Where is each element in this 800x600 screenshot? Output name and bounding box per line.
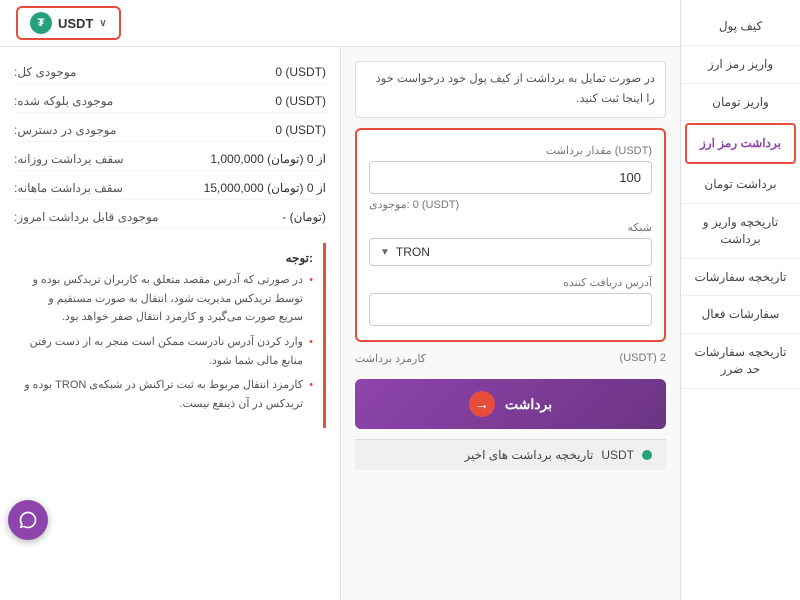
info-row-monthly-limit-label: سقف برداشت ماهانه: bbox=[14, 181, 123, 195]
notice-title: :توجه bbox=[24, 251, 313, 265]
withdraw-button-label: برداشت bbox=[505, 396, 552, 413]
body-area: در صورت تمایل به برداشت از کیف پول خود د… bbox=[0, 47, 680, 600]
usdt-icon: ₮ bbox=[30, 12, 52, 34]
support-button[interactable] bbox=[8, 500, 48, 540]
withdrawal-form-box: (USDT) مقدار برداشت (USDT) 0 :موجودی شبک… bbox=[355, 128, 666, 342]
network-chevron-icon: ▼ bbox=[380, 247, 390, 258]
support-icon bbox=[18, 510, 38, 530]
info-row-total-label: موجودی کل: bbox=[14, 65, 76, 79]
info-row-available-label: موجودی در دسترس: bbox=[14, 123, 116, 137]
fee-row: 2 (USDT) کارمزد برداشت bbox=[355, 352, 666, 365]
arrow-icon: → bbox=[469, 391, 495, 417]
amount-label: (USDT) مقدار برداشت bbox=[369, 144, 652, 157]
usdt-dot-icon bbox=[642, 450, 652, 460]
info-row-today-available: - (تومان) موجودی قابل برداشت امروز: bbox=[14, 206, 326, 229]
network-select[interactable]: ▼ TRON bbox=[369, 238, 652, 266]
sidebar-item-limit-orders[interactable]: تاریخچه سفارشات حد ضرر bbox=[681, 334, 800, 389]
network-field-group: شبکه ▼ TRON bbox=[369, 221, 652, 266]
info-banner: در صورت تمایل به برداشت از کیف پول خود د… bbox=[355, 61, 666, 118]
sidebar-item-toman-deposit[interactable]: واریز تومان bbox=[681, 84, 800, 122]
info-row-blocked-value: 0 (USDT) bbox=[275, 94, 326, 108]
notice-list: در صورتی که آدرس مقصد متعلق به کاربران ت… bbox=[24, 271, 313, 414]
notice-item-3: کارمزد انتقال مربوط به ثبت تراکنش در شبک… bbox=[24, 376, 313, 413]
info-row-available-value: 0 (USDT) bbox=[275, 123, 326, 137]
history-currency: USDT bbox=[601, 448, 634, 462]
history-label: تاریخچه برداشت های اخیر bbox=[464, 448, 593, 462]
currency-selector-bar: ∨ USDT ₮ bbox=[0, 0, 680, 47]
fee-label: کارمزد برداشت bbox=[355, 352, 426, 365]
withdrawal-panel: در صورت تمایل به برداشت از کیف پول خود د… bbox=[340, 47, 680, 600]
sidebar-item-history[interactable]: تاریخچه واریز و برداشت bbox=[681, 204, 800, 259]
sidebar-item-active-orders[interactable]: سفارشات فعال bbox=[681, 296, 800, 334]
history-bar: USDT تاریخچه برداشت های اخیر bbox=[355, 439, 666, 470]
notice-item-2: وارد کردن آدرس نادرست ممکن است منجر به ا… bbox=[24, 333, 313, 370]
network-label: شبکه bbox=[369, 221, 652, 234]
notice-box: :توجه در صورتی که آدرس مقصد متعلق به کار… bbox=[14, 243, 326, 428]
info-panel: 0 (USDT) موجودی کل: 0 (USDT) موجودی بلوک… bbox=[0, 47, 340, 600]
withdraw-button[interactable]: برداشت → bbox=[355, 379, 666, 429]
info-row-total-value: 0 (USDT) bbox=[275, 65, 326, 79]
currency-selector[interactable]: ∨ USDT ₮ bbox=[16, 6, 121, 40]
info-row-monthly-limit-value: 15,000,000 از 0 (تومان) bbox=[204, 181, 326, 195]
info-row-daily-limit-value: 1,000,000 از 0 (تومان) bbox=[210, 152, 326, 166]
currency-name-label: USDT bbox=[58, 16, 93, 31]
fee-value: 2 (USDT) bbox=[620, 352, 666, 365]
info-row-daily-limit: 1,000,000 از 0 (تومان) سقف برداشت روزانه… bbox=[14, 148, 326, 171]
notice-item-1: در صورتی که آدرس مقصد متعلق به کاربران ت… bbox=[24, 271, 313, 327]
info-row-monthly-limit: 15,000,000 از 0 (تومان) سقف برداشت ماهان… bbox=[14, 177, 326, 200]
address-input[interactable] bbox=[369, 293, 652, 326]
info-row-blocked-label: موجودی بلوکه شده: bbox=[14, 94, 113, 108]
balance-label: (USDT) 0 :موجودی bbox=[369, 198, 652, 211]
sidebar: کیف پول واریز رمز ارز واریز تومان برداشت… bbox=[680, 0, 800, 600]
main-content: ∨ USDT ₮ در صورت تمایل به برداشت از کیف … bbox=[0, 0, 680, 600]
sidebar-item-wallet[interactable]: کیف پول bbox=[681, 8, 800, 46]
info-row-total: 0 (USDT) موجودی کل: bbox=[14, 61, 326, 84]
amount-input[interactable] bbox=[369, 161, 652, 194]
sidebar-item-orders-history[interactable]: تاریخچه سفارشات bbox=[681, 259, 800, 297]
network-value: TRON bbox=[396, 245, 430, 259]
info-row-today-available-label: موجودی قابل برداشت امروز: bbox=[14, 210, 159, 224]
info-row-available: 0 (USDT) موجودی در دسترس: bbox=[14, 119, 326, 142]
address-label: آدرس دریافت کننده bbox=[369, 276, 652, 289]
sidebar-item-crypto-deposit[interactable]: واریز رمز ارز bbox=[681, 46, 800, 84]
sidebar-item-crypto-withdrawal[interactable]: برداشت رمز ارز bbox=[685, 123, 796, 164]
amount-field-group: (USDT) مقدار برداشت (USDT) 0 :موجودی bbox=[369, 144, 652, 211]
info-table: 0 (USDT) موجودی کل: 0 (USDT) موجودی بلوک… bbox=[14, 61, 326, 229]
info-row-daily-limit-label: سقف برداشت روزانه: bbox=[14, 152, 124, 166]
info-row-blocked: 0 (USDT) موجودی بلوکه شده: bbox=[14, 90, 326, 113]
chevron-down-icon: ∨ bbox=[99, 18, 106, 29]
info-row-today-available-value: - (تومان) bbox=[282, 210, 326, 224]
sidebar-item-toman-withdrawal[interactable]: برداشت تومان bbox=[681, 166, 800, 204]
address-field-group: آدرس دریافت کننده bbox=[369, 276, 652, 326]
